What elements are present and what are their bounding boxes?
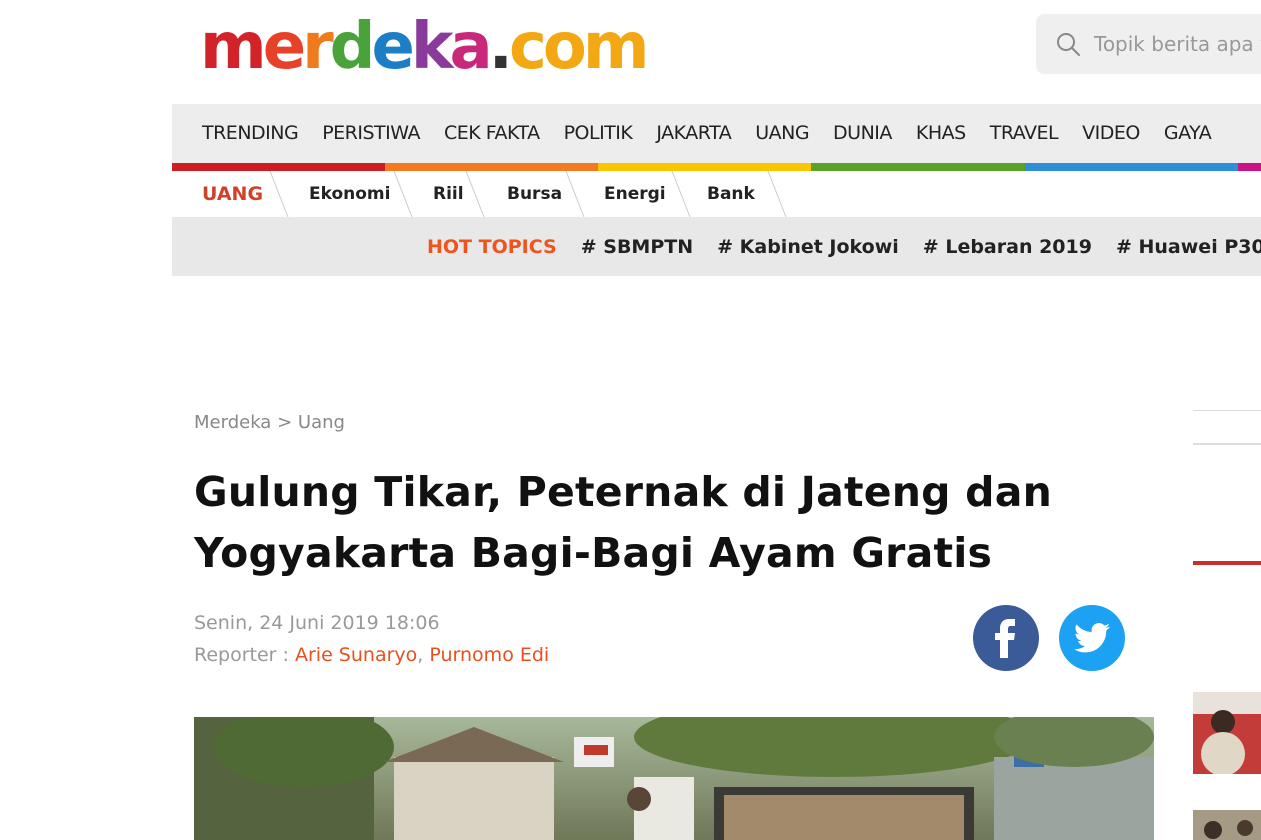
hot-topic-link[interactable]: # Kabinet Jokowi bbox=[717, 236, 899, 258]
nav-item-jakarta[interactable]: JAKARTA bbox=[656, 122, 731, 144]
search-input[interactable] bbox=[1094, 28, 1261, 60]
sidebar-thumbnail[interactable] bbox=[1193, 692, 1261, 774]
nav-item-cek-fakta[interactable]: CEK FAKTA bbox=[444, 122, 540, 144]
article-date: Senin, 24 Juni 2019 18:06 bbox=[194, 612, 440, 634]
breadcrumb-section[interactable]: Uang bbox=[298, 412, 345, 433]
article-headline: Gulung Tikar, Peternak di Jateng dan Yog… bbox=[194, 462, 1094, 584]
twitter-share-button[interactable] bbox=[1059, 605, 1125, 671]
nav-item-khas[interactable]: KHAS bbox=[916, 122, 966, 144]
hot-topics-bar: HOT TOPICS # SBMPTN # Kabinet Jokowi # Leba… bbox=[172, 217, 1261, 276]
nav-item-video[interactable]: VIDEO bbox=[1082, 122, 1140, 144]
sidebar-section-bar bbox=[1193, 561, 1261, 565]
subnav-separator bbox=[565, 171, 585, 217]
nav-item-trending[interactable]: TRENDING bbox=[202, 122, 299, 144]
reporter-label: Reporter : bbox=[194, 644, 289, 666]
main-nav: TRENDING PERISTIWA CEK FAKTA POLITIK JAK… bbox=[172, 104, 1261, 163]
subnav-separator bbox=[393, 171, 413, 217]
hot-topics-label: HOT TOPICS bbox=[427, 236, 557, 258]
nav-item-peristiwa[interactable]: PERISTIWA bbox=[322, 122, 420, 144]
subnav-item-riil[interactable]: Riil bbox=[433, 171, 464, 217]
sidebar-thumbnail[interactable] bbox=[1193, 810, 1261, 840]
hero-photo bbox=[194, 717, 1154, 840]
subnav-item-bank[interactable]: Bank bbox=[707, 171, 755, 217]
subnav-separator bbox=[269, 171, 289, 217]
search-icon[interactable] bbox=[1056, 32, 1080, 56]
subnav-item-bursa[interactable]: Bursa bbox=[507, 171, 562, 217]
hot-topic-link[interactable]: # SBMPTN bbox=[581, 236, 693, 258]
facebook-share-button[interactable] bbox=[973, 605, 1039, 671]
hot-topic-link[interactable]: # Lebaran 2019 bbox=[923, 236, 1092, 258]
nav-item-travel[interactable]: TRAVEL bbox=[990, 122, 1059, 144]
nav-item-politik[interactable]: POLITIK bbox=[564, 122, 633, 144]
breadcrumb: Merdeka > Uang bbox=[194, 412, 345, 433]
headline-line-2: Yogyakarta Bagi-Bagi Ayam Gratis bbox=[194, 529, 993, 577]
reporter-link[interactable]: Arie Sunaryo bbox=[295, 644, 417, 666]
site-logo[interactable]: merdeka.com bbox=[200, 14, 650, 80]
reporter-separator: , bbox=[417, 644, 424, 666]
sidebar-divider bbox=[1193, 410, 1261, 411]
headline-line-1: Gulung Tikar, Peternak di Jateng dan bbox=[194, 468, 1052, 516]
subnav-separator bbox=[465, 171, 485, 217]
article-reporters: Reporter : Arie Sunaryo, Purnomo Edi bbox=[194, 644, 549, 666]
section-title[interactable]: UANG bbox=[202, 171, 263, 217]
subnav-item-energi[interactable]: Energi bbox=[604, 171, 666, 217]
search-box[interactable] bbox=[1036, 14, 1261, 74]
sidebar-divider bbox=[1193, 443, 1261, 445]
facebook-icon bbox=[995, 619, 1015, 658]
hot-topic-link[interactable]: # Huawei P30 bbox=[1116, 236, 1261, 258]
article-hero-image bbox=[194, 717, 1154, 840]
nav-item-gaya[interactable]: GAYA bbox=[1164, 122, 1212, 144]
reporter-link[interactable]: Purnomo Edi bbox=[429, 644, 549, 666]
breadcrumb-home[interactable]: Merdeka bbox=[194, 412, 271, 433]
nav-color-bar bbox=[172, 163, 1261, 171]
subnav-separator bbox=[671, 171, 691, 217]
subnav-separator bbox=[767, 171, 787, 217]
breadcrumb-separator: > bbox=[277, 412, 293, 433]
section-subnav: UANG Ekonomi Riil Bursa Energi Bank bbox=[172, 171, 1261, 217]
twitter-icon bbox=[1074, 623, 1110, 653]
nav-item-dunia[interactable]: DUNIA bbox=[833, 122, 892, 144]
nav-item-uang[interactable]: UANG bbox=[755, 122, 809, 144]
subnav-item-ekonomi[interactable]: Ekonomi bbox=[309, 171, 390, 217]
